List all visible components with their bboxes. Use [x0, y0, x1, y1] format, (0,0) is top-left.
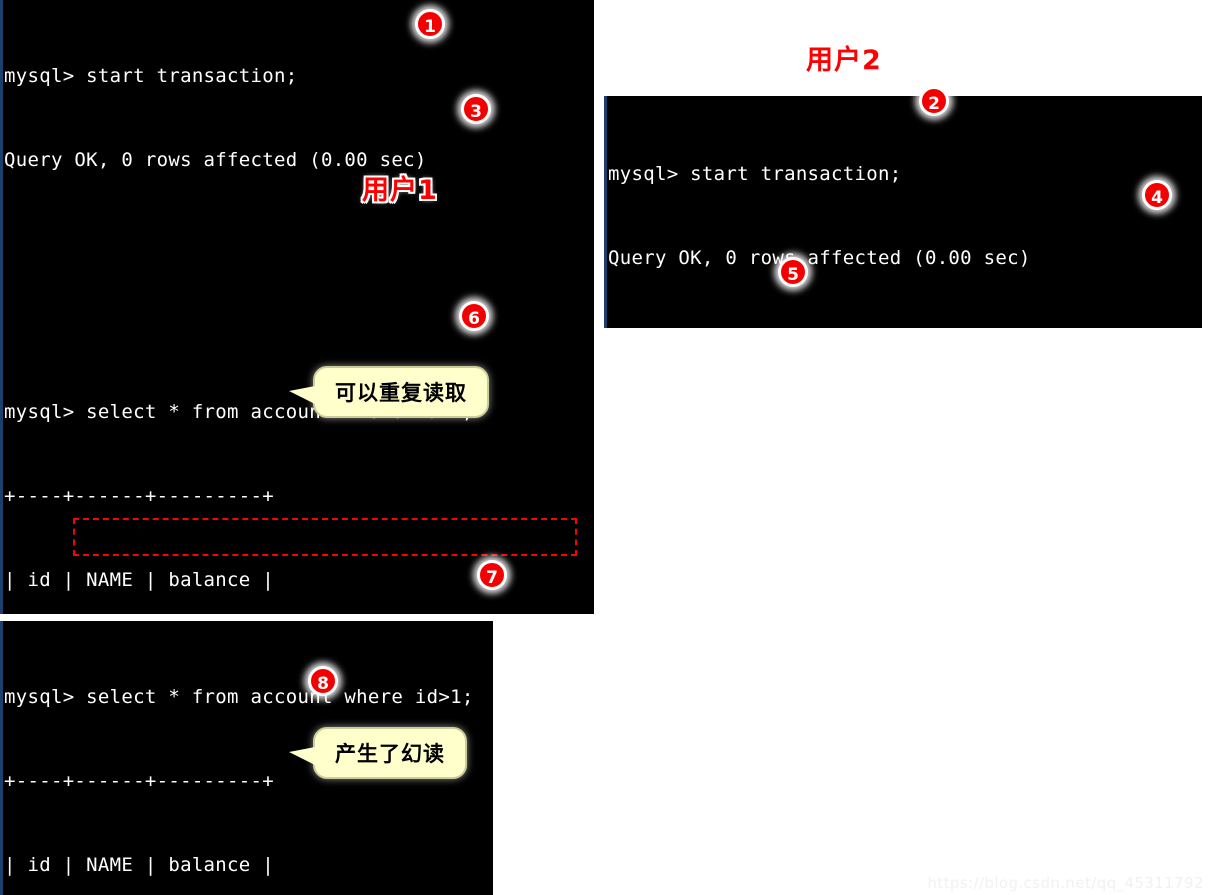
user1-label: 用户1	[362, 175, 438, 206]
terminal-user1[interactable]: mysql> start transaction; Query OK, 0 ro…	[0, 0, 594, 614]
callout-text: 可以重复读取	[335, 381, 467, 405]
step-badge-7: 7	[477, 560, 507, 590]
step-badge-4: 4	[1142, 180, 1172, 210]
watermark: https://blog.csdn.net/qq_45311792	[927, 874, 1204, 892]
step-badge-5: 5	[778, 257, 808, 287]
terminal-line: +----+------+---------+	[4, 485, 274, 507]
step-badge-8: 8	[308, 666, 338, 696]
callout-tail-icon	[289, 386, 315, 404]
callout-text: 产生了幻读	[335, 742, 445, 766]
terminal-line: mysql> start transaction;	[4, 65, 298, 87]
step-badge-6: 6	[459, 301, 489, 331]
user2-label: 用户2	[806, 45, 882, 76]
step-badge-3: 3	[461, 94, 491, 124]
terminal-line: Query OK, 0 rows affected (0.00 sec)	[4, 149, 427, 171]
terminal-line: mysql> select * from account where id>1;	[4, 686, 474, 708]
terminal-line: | id | NAME | balance |	[4, 854, 274, 876]
terminal-line: mysql> start transaction;	[608, 163, 902, 185]
callout-phantom-read: 产生了幻读	[289, 727, 467, 779]
callout-repeatable-read: 可以重复读取	[289, 366, 489, 418]
step-badge-2: 2	[919, 86, 949, 116]
terminal-line: Query OK, 0 rows affected (0.00 sec)	[608, 247, 1031, 269]
step-badge-1: 1	[415, 9, 445, 39]
callout-tail-icon	[289, 747, 315, 765]
terminal-user2[interactable]: mysql> start transaction; Query OK, 0 ro…	[604, 96, 1202, 328]
